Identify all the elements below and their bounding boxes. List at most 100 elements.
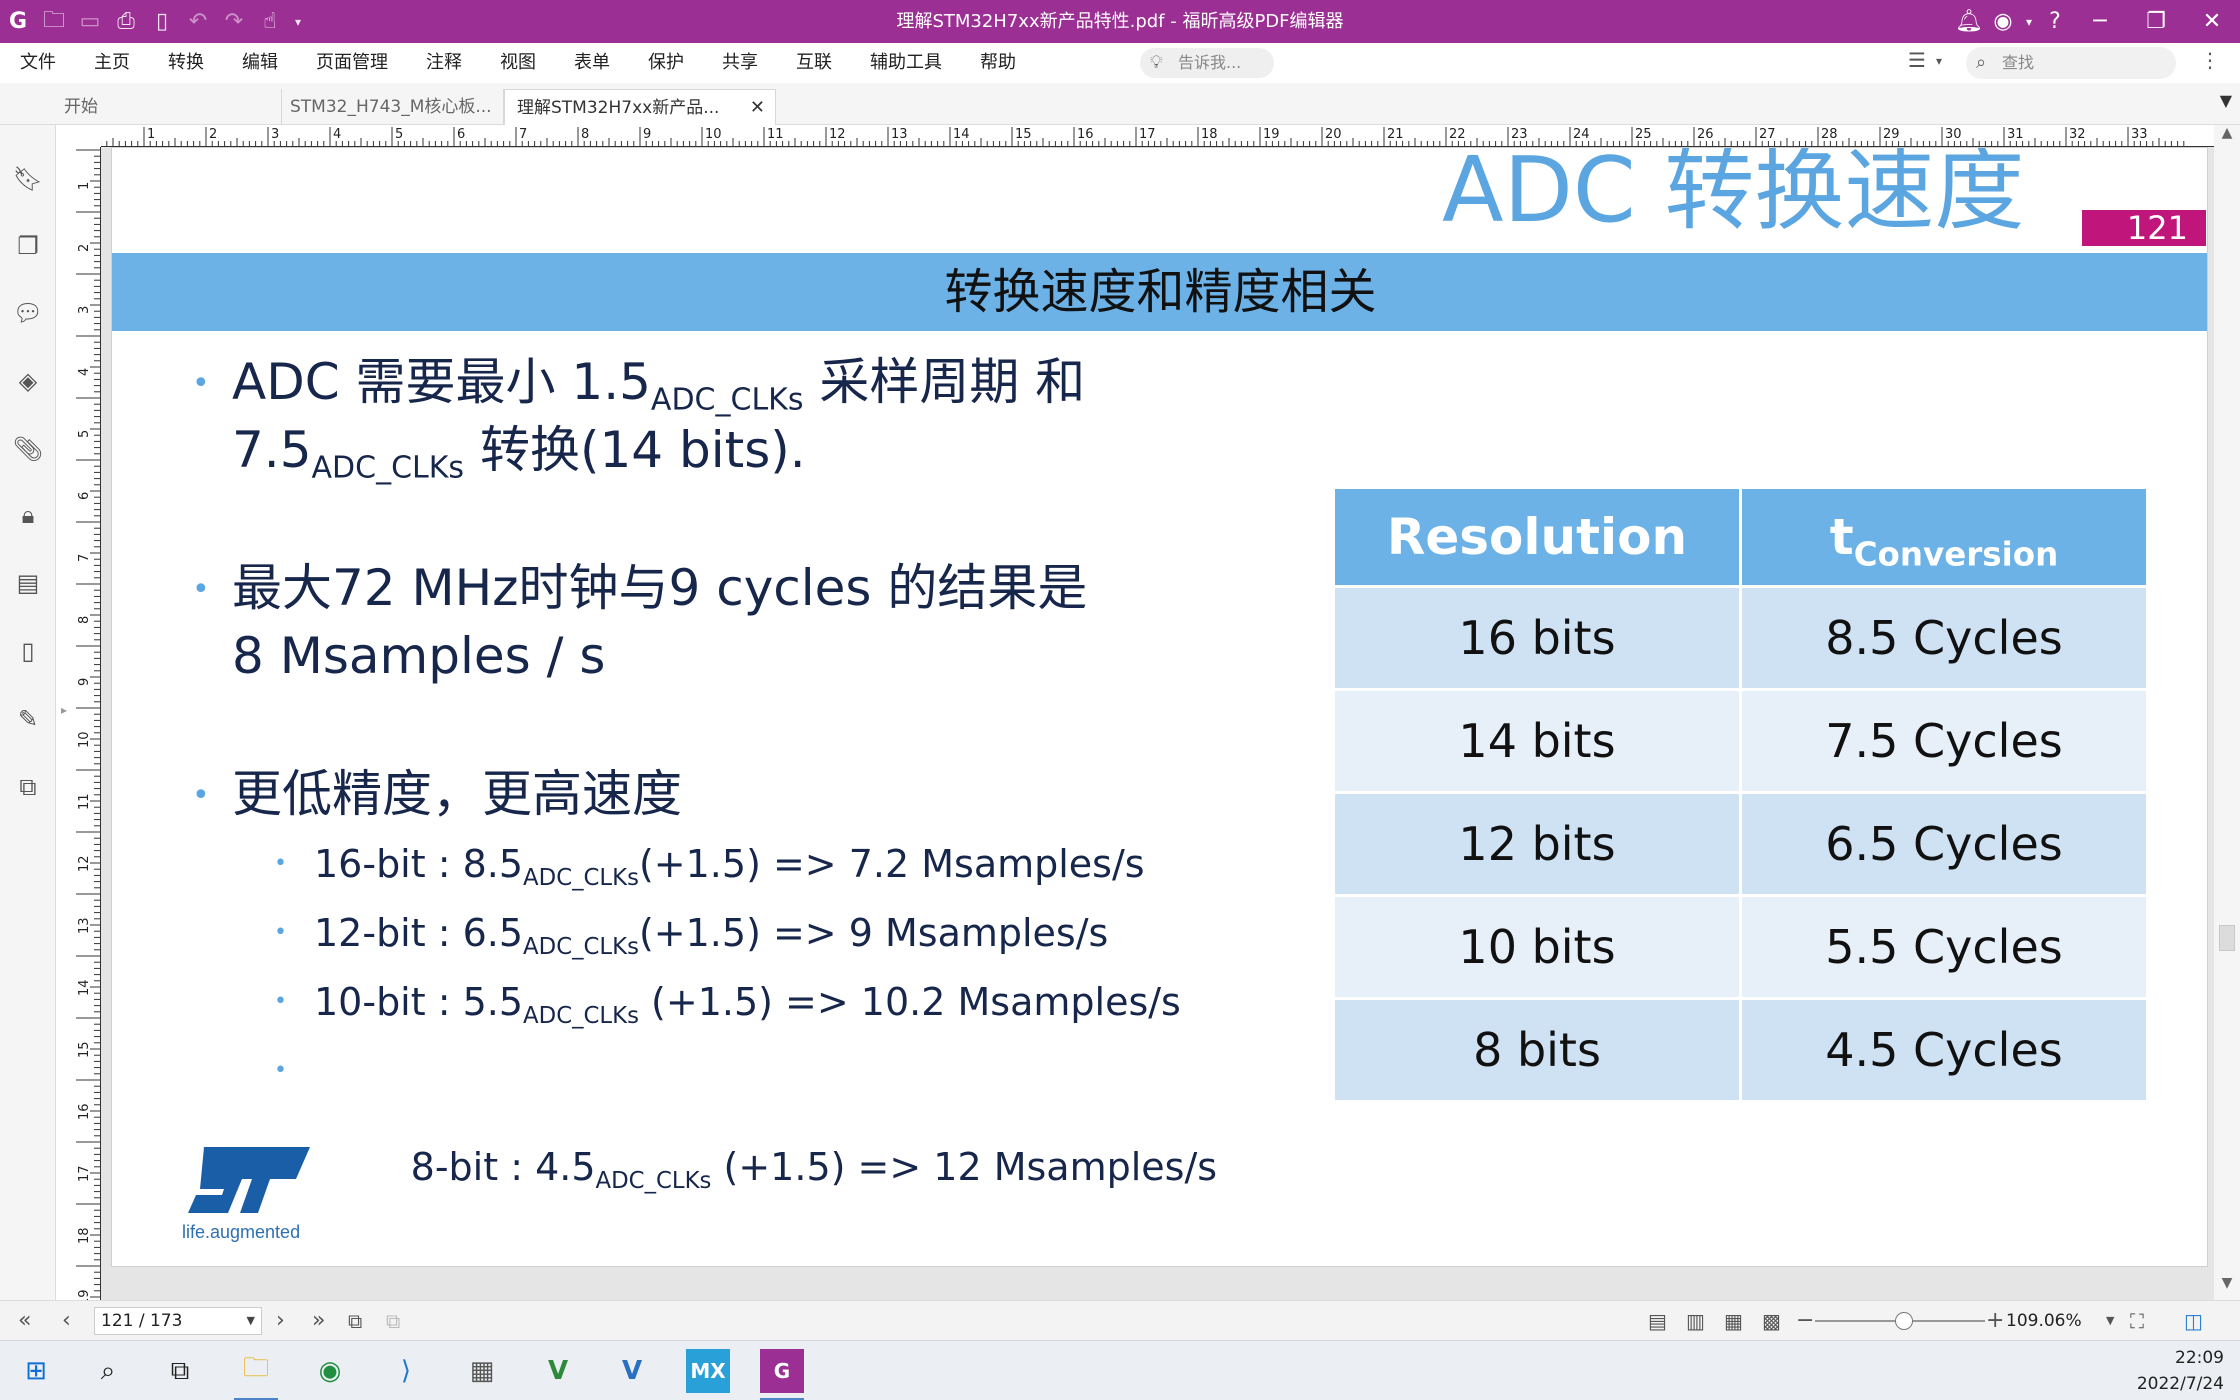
vertical-scrollbar[interactable]: ▲ ▼ <box>2214 125 2240 1300</box>
page-indicator: 121 / 173 <box>101 1311 183 1331</box>
next-view-icon[interactable]: ⧉ <box>386 1301 400 1341</box>
compare-icon[interactable]: ⧉ <box>14 773 42 801</box>
zoom-slider[interactable] <box>1815 1312 1985 1330</box>
chrome-icon[interactable]: ◉ <box>308 1349 352 1393</box>
scroll-up-icon[interactable]: ▲ <box>2214 125 2240 141</box>
table-row: 16 bits 8.5 Cycles <box>1335 588 2146 688</box>
ruler-label: 2 <box>77 244 92 252</box>
ruler-label: 17 <box>77 1165 92 1182</box>
bookmark-icon[interactable]: 🔖︎ <box>13 165 43 193</box>
task-view-icon[interactable]: ⧉ <box>158 1349 202 1393</box>
zoom-out-icon[interactable]: − <box>1796 1301 1814 1341</box>
menu-organize[interactable]: 页面管理 <box>297 43 407 83</box>
previous-view-icon[interactable]: ⧉ <box>348 1301 362 1341</box>
ruler-label: 1 <box>147 127 155 142</box>
menu-form[interactable]: 表单 <box>555 43 629 83</box>
security-icon[interactable]: 🔒︎ <box>14 501 42 529</box>
attachments-icon[interactable]: 📎︎ <box>13 435 43 463</box>
menu-file[interactable]: 文件 <box>0 43 75 83</box>
find-options-dropdown-icon[interactable]: ▾ <box>1936 54 1942 68</box>
account-dropdown-icon[interactable]: ▾ <box>2020 0 2038 43</box>
vscode-icon[interactable]: ⟩ <box>384 1349 428 1393</box>
first-page-icon[interactable]: « <box>18 1301 31 1341</box>
close-button[interactable]: ✕ <box>2184 0 2240 43</box>
certificate-icon[interactable]: ▤ <box>14 569 42 597</box>
zoom-slider-knob[interactable] <box>1895 1312 1913 1330</box>
continuous-page-icon[interactable]: ▥ <box>1686 1301 1705 1341</box>
menu-connect[interactable]: 互联 <box>777 43 851 83</box>
fullscreen-icon[interactable]: ⛶ <box>2130 1301 2144 1341</box>
ruler-label: 16 <box>77 1103 92 1120</box>
page-number-input[interactable]: 121 / 173 ▼ <box>94 1307 262 1335</box>
restore-button[interactable]: ❐ <box>2128 0 2184 43</box>
find-options-icon[interactable]: ☰ <box>1908 48 1926 72</box>
keil-icon[interactable]: V <box>536 1349 580 1393</box>
pages-icon[interactable]: ❐ <box>14 232 42 260</box>
next-page-icon[interactable]: › <box>276 1301 285 1341</box>
assistant-icon[interactable]: ◫ <box>2184 1301 2203 1341</box>
system-clock[interactable]: 22:09 2022/7/24 <box>2137 1345 2224 1397</box>
sub-bullet-text: 8-bit : 4.5 <box>386 1145 596 1189</box>
file-explorer-icon[interactable]: 🗀 <box>234 1349 278 1400</box>
tab-list-dropdown-icon[interactable]: ▼ <box>2220 91 2232 110</box>
zoom-in-icon[interactable]: + <box>1986 1301 2004 1341</box>
taskbar-search-icon[interactable]: ⌕ <box>86 1349 130 1393</box>
menu-edit[interactable]: 编辑 <box>223 43 297 83</box>
previous-page-icon[interactable]: ‹ <box>62 1301 71 1341</box>
minimize-button[interactable]: ─ <box>2072 0 2128 43</box>
document-icon[interactable]: ▯ <box>14 637 42 665</box>
menu-home[interactable]: 主页 <box>75 43 149 83</box>
menu-share[interactable]: 共享 <box>703 43 777 83</box>
facing-page-icon[interactable]: ▦ <box>1724 1301 1743 1341</box>
bullet-text: 采样周期 和 <box>803 353 1086 411</box>
menu-view[interactable]: 视图 <box>481 43 555 83</box>
lightbulb-icon: 💡︎ <box>1150 52 1163 73</box>
bullet-dot: • <box>274 989 287 1014</box>
calculator-icon[interactable]: ▦ <box>460 1349 504 1393</box>
windows-start-icon[interactable]: ⊞ <box>14 1349 58 1393</box>
page-dropdown-icon[interactable]: ▼ <box>247 1308 255 1334</box>
ruler-label: 11 <box>77 793 92 810</box>
single-page-icon[interactable]: ▤ <box>1648 1301 1667 1341</box>
ruler-label: 4 <box>77 368 92 376</box>
tab-stm32-h743[interactable]: STM32_H743_M核心板... <box>278 89 504 125</box>
tab-current-document[interactable]: 理解STM32H7xx新产品... ✕ <box>504 89 776 125</box>
window-title: 理解STM32H7xx新产品特性.pdf - 福昕高级PDF编辑器 <box>896 11 1344 32</box>
continuous-facing-icon[interactable]: ▩ <box>1762 1301 1781 1341</box>
expand-panel-icon[interactable]: ▸ <box>61 703 67 717</box>
search-placeholder: 查找 <box>2002 53 2035 72</box>
pdf-page[interactable]: ADC 转换速度 121 转换速度和精度相关 • ADC 需要最小 1.5ADC… <box>111 147 2208 1267</box>
menu-accessibility[interactable]: 辅助工具 <box>851 43 961 83</box>
menu-protect[interactable]: 保护 <box>629 43 703 83</box>
zoom-level[interactable]: 109.06% <box>2006 1301 2082 1341</box>
account-icon[interactable]: ◉ <box>1986 0 2020 43</box>
bullet-text: 7.5 <box>232 421 312 479</box>
sub-bullet-subscript: ADC_CLKs <box>523 1002 639 1029</box>
visual-paradigm-icon[interactable]: V <box>610 1349 654 1393</box>
scrollbar-thumb[interactable] <box>2219 925 2235 951</box>
close-tab-icon[interactable]: ✕ <box>750 90 765 126</box>
comments-icon[interactable]: 💬︎ <box>13 299 43 327</box>
ruler-label: 7 <box>77 554 92 562</box>
ruler-label: 14 <box>77 979 92 996</box>
bullet-adc-cycles: • ADC 需要最小 1.5ADC_CLKs 采样周期 和 7.5ADC_CLK… <box>192 348 1086 484</box>
scroll-down-icon[interactable]: ▼ <box>2214 1275 2240 1291</box>
notification-bell-icon[interactable]: 🔔︎ <box>1952 0 1986 43</box>
foxit-pdf-taskbar-icon[interactable]: G <box>760 1349 804 1400</box>
menu-help[interactable]: 帮助 <box>961 43 1035 83</box>
zoom-dropdown-icon[interactable]: ▼ <box>2106 1301 2114 1341</box>
signature-icon[interactable]: ✎ <box>14 705 42 733</box>
search-box[interactable]: ⌕ 查找 <box>1966 47 2176 79</box>
ruler-label: 13 <box>891 127 908 142</box>
menu-comment[interactable]: 注释 <box>407 43 481 83</box>
last-page-icon[interactable]: » <box>312 1301 325 1341</box>
layers-icon[interactable]: ◈ <box>14 367 42 395</box>
stm32cubemx-icon[interactable]: MX <box>686 1349 730 1393</box>
more-options-icon[interactable]: ⋮ <box>2200 48 2220 72</box>
help-icon[interactable]: ? <box>2038 0 2072 43</box>
ruler-label: 19 <box>1263 127 1280 142</box>
tell-me-box[interactable]: 💡︎ 告诉我... <box>1140 48 1274 78</box>
tab-start[interactable]: 开始 <box>52 89 282 125</box>
menu-convert[interactable]: 转换 <box>149 43 223 83</box>
table-row: 12 bits 6.5 Cycles <box>1335 794 2146 894</box>
